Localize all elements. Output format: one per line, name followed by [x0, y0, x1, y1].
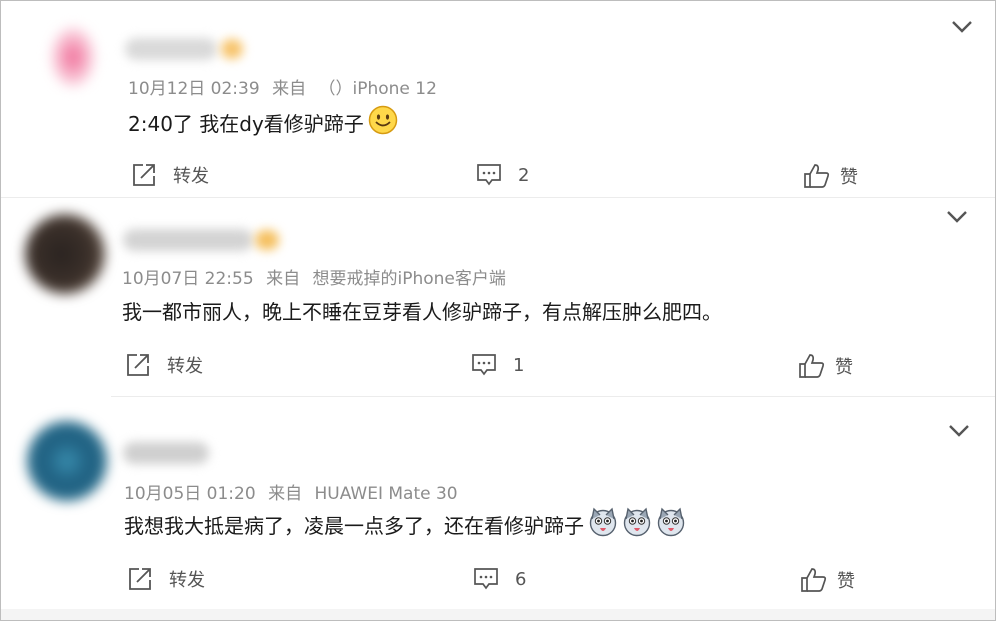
source-prefix: 来自: [268, 484, 303, 504]
share-icon: [133, 164, 155, 186]
like-button[interactable]: 赞: [798, 353, 853, 379]
username[interactable]: [123, 229, 253, 251]
source-device: （）iPhone 12: [318, 79, 437, 99]
repost-button[interactable]: 转发: [131, 162, 209, 188]
like-label: 赞: [840, 167, 858, 188]
comment-item: 10月07日 22:55 来自 想要戒掉的iPhone客户端 我一都市丽人，晚上…: [1, 198, 995, 396]
husky-emoji-icon: [622, 507, 652, 542]
thumbs-up-icon: [801, 568, 827, 592]
chevron-down-icon[interactable]: [948, 424, 970, 438]
divider: [1, 609, 995, 620]
member-badge-icon: [221, 39, 243, 59]
smile-emoji-icon: [368, 105, 398, 140]
thumbs-up-icon: [804, 164, 830, 188]
comment-body: 我一都市丽人，晚上不睡在豆芽看人修驴蹄子，有点解压肿么肥四。: [122, 300, 722, 324]
share-icon: [129, 568, 151, 590]
like-button[interactable]: 赞: [800, 567, 855, 593]
reply-button[interactable]: 1: [471, 353, 524, 377]
thumbs-up-icon: [799, 354, 825, 378]
reply-button[interactable]: 6: [473, 567, 526, 591]
comment-body: 我想我大抵是病了，凌晨一点多了，还在看修驴蹄子: [124, 514, 584, 538]
chevron-down-icon[interactable]: [946, 210, 968, 224]
source-device: 想要戒掉的iPhone客户端: [312, 269, 506, 289]
reply-count: 1: [513, 354, 525, 376]
repost-label: 转发: [167, 356, 203, 377]
comment-meta: 10月05日 01:20 来自 HUAWEI Mate 30: [124, 479, 465, 504]
comment-time: 10月07日 22:55: [122, 269, 254, 289]
comment-icon: [474, 568, 498, 590]
username[interactable]: [125, 38, 217, 60]
repost-button[interactable]: 转发: [125, 352, 203, 378]
husky-emoji-icon: [656, 507, 686, 542]
member-badge-icon: [255, 230, 279, 250]
repost-label: 转发: [173, 166, 209, 187]
avatar[interactable]: [51, 27, 95, 87]
comment-text: 我一都市丽人，晚上不睡在豆芽看人修驴蹄子，有点解压肿么肥四。: [122, 296, 722, 325]
comment-time: 10月12日 02:39: [128, 79, 260, 99]
comment-meta: 10月07日 22:55 来自 想要戒掉的iPhone客户端: [122, 264, 513, 289]
share-icon: [127, 354, 149, 376]
comment-icon: [477, 164, 501, 186]
husky-emoji-icon: [588, 507, 618, 542]
comment-item: 10月12日 02:39 来自 （）iPhone 12 2:40了 我在dy看修…: [1, 1, 995, 197]
repost-button[interactable]: 转发: [127, 566, 205, 592]
like-label: 赞: [837, 571, 855, 592]
comment-body: 2:40了 我在dy看修驴蹄子: [128, 112, 364, 136]
comment-meta: 10月12日 02:39 来自 （）iPhone 12: [128, 74, 444, 99]
comment-item: 10月05日 01:20 来自 HUAWEI Mate 30 我想我大抵是病了，…: [1, 397, 995, 611]
comment-time: 10月05日 01:20: [124, 484, 256, 504]
source-prefix: 来自: [266, 269, 301, 289]
reply-button[interactable]: 2: [476, 163, 529, 187]
username[interactable]: [123, 442, 209, 464]
comment-text: 我想我大抵是病了，凌晨一点多了，还在看修驴蹄子: [124, 507, 686, 542]
reply-count: 2: [518, 164, 530, 186]
reply-count: 6: [515, 568, 527, 590]
source-device: HUAWEI Mate 30: [314, 484, 458, 504]
repost-label: 转发: [169, 570, 205, 591]
avatar[interactable]: [27, 421, 107, 501]
chevron-down-icon[interactable]: [951, 20, 973, 34]
source-prefix: 来自: [272, 79, 307, 99]
like-label: 赞: [835, 357, 853, 378]
avatar[interactable]: [25, 214, 105, 294]
comment-icon: [472, 354, 496, 376]
comment-text: 2:40了 我在dy看修驴蹄子: [128, 105, 398, 140]
like-button[interactable]: 赞: [803, 163, 858, 189]
